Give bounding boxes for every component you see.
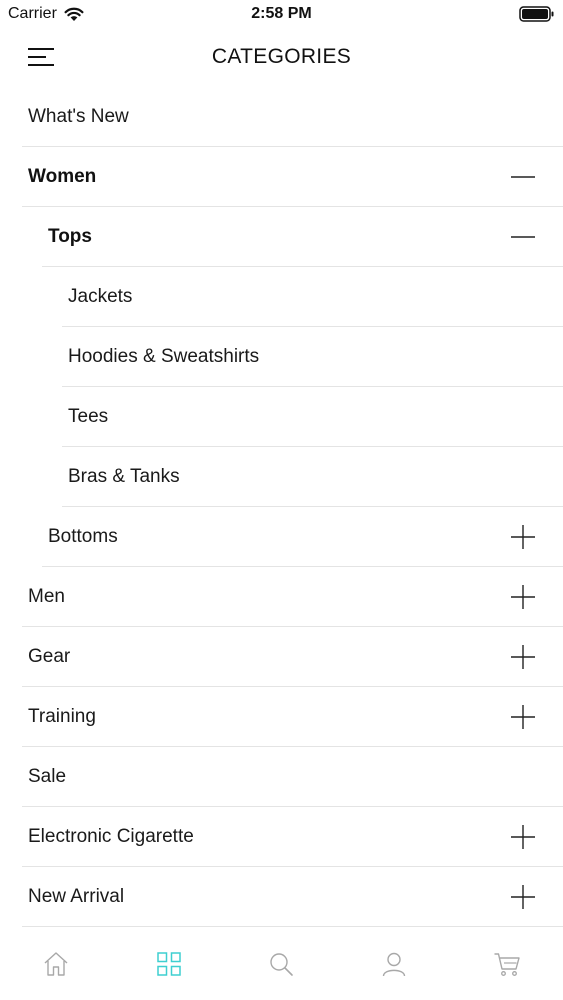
plus-icon[interactable] <box>510 824 536 850</box>
category-row[interactable]: Gear <box>22 627 563 687</box>
minus-icon[interactable] <box>510 224 536 250</box>
category-label: Hoodies & Sweatshirts <box>68 345 260 367</box>
category-label: Sale <box>28 765 67 787</box>
category-row[interactable]: Hoodies & Sweatshirts <box>62 327 563 387</box>
category-label: Gear <box>28 645 71 667</box>
status-time: 2:58 PM <box>251 5 312 22</box>
category-label: Men <box>28 585 65 607</box>
category-row[interactable]: What's New <box>22 87 563 147</box>
tab-home[interactable] <box>0 928 113 1000</box>
category-row[interactable]: Men <box>22 567 563 627</box>
home-icon <box>44 952 68 976</box>
category-label: Bras & Tanks <box>68 465 180 487</box>
tab-cart[interactable] <box>450 928 563 1000</box>
category-row[interactable]: Bottoms <box>42 507 563 567</box>
category-row[interactable]: Bras & Tanks <box>62 447 563 507</box>
category-label: Jackets <box>68 285 133 307</box>
category-label: Tops <box>48 225 92 247</box>
category-label: Women <box>28 165 97 187</box>
navigation-bar: CATEGORIES <box>0 30 563 86</box>
category-row[interactable]: Electronic Cigarette <box>22 807 563 867</box>
category-list: What's New Women Tops Jackets Hoodies & Swea… <box>0 87 563 927</box>
plus-icon[interactable] <box>510 584 536 610</box>
category-row[interactable]: Tops <box>42 207 563 267</box>
tab-search[interactable] <box>225 928 338 1000</box>
category-label: What's New <box>28 105 129 127</box>
search-icon <box>270 953 294 976</box>
category-row[interactable]: Jackets <box>62 267 563 327</box>
plus-icon[interactable] <box>510 644 536 670</box>
category-label: New Arrival <box>28 885 125 907</box>
category-row[interactable]: Sale <box>22 747 563 807</box>
minus-icon[interactable] <box>510 164 536 190</box>
cart-icon <box>494 953 520 976</box>
category-row[interactable]: Training <box>22 687 563 747</box>
category-row[interactable]: Tees <box>62 387 563 447</box>
plus-icon[interactable] <box>510 704 536 730</box>
tab-categories-grid[interactable] <box>113 928 226 1000</box>
user-icon <box>382 952 406 977</box>
category-row[interactable]: New Arrival <box>22 867 563 927</box>
battery-icon <box>519 6 554 22</box>
status-bar: Carrier 2:58 PM <box>0 0 563 30</box>
plus-icon[interactable] <box>510 884 536 910</box>
tab-bar <box>0 928 563 1000</box>
category-label: Bottoms <box>48 525 118 547</box>
category-label: Electronic Cigarette <box>28 825 194 847</box>
category-label: Training <box>28 705 96 727</box>
categories-grid-icon <box>157 952 181 976</box>
page-title: CATEGORIES <box>211 45 352 68</box>
category-label: Tees <box>68 405 109 427</box>
plus-icon[interactable] <box>510 524 536 550</box>
tab-user[interactable] <box>338 928 451 1000</box>
category-row[interactable]: Women <box>22 147 563 207</box>
